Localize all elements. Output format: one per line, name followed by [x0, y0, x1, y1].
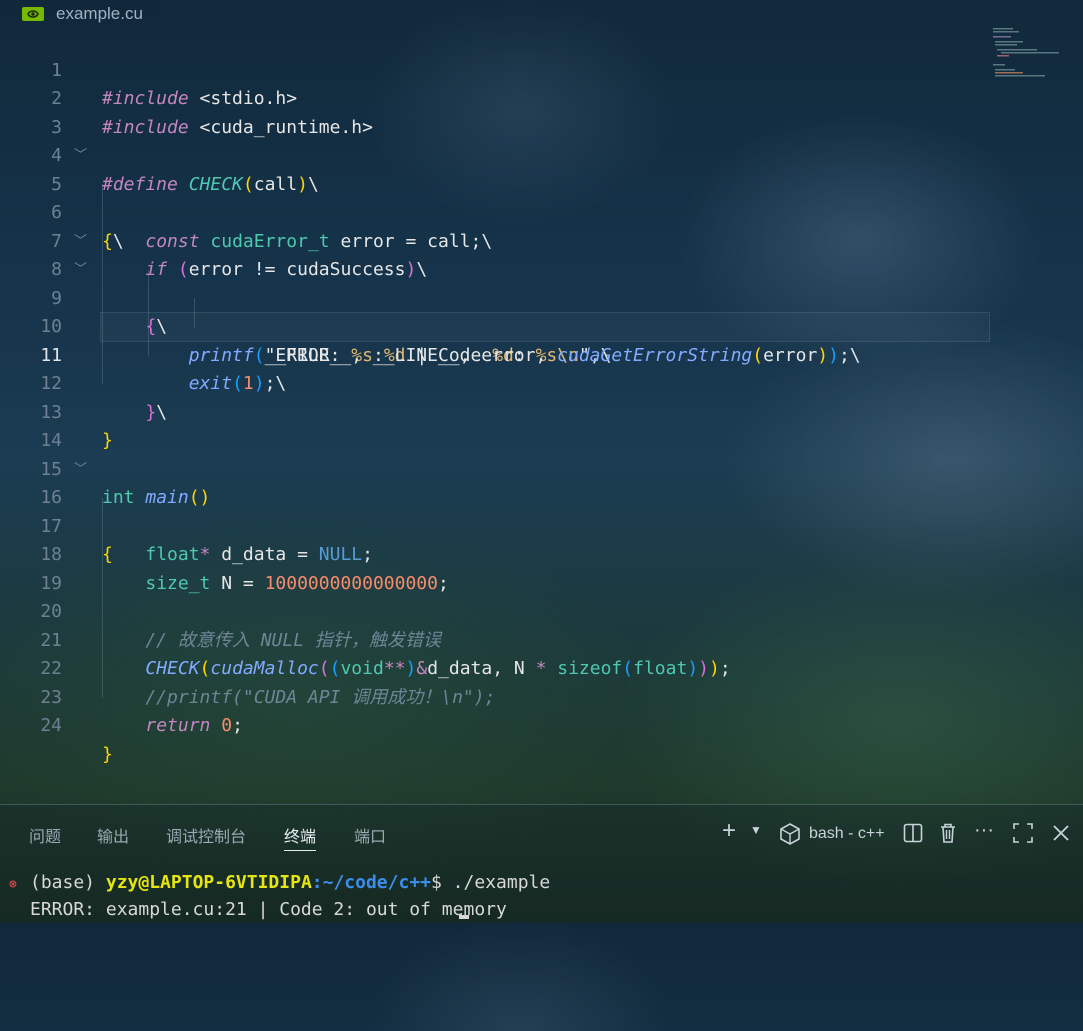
terminal-name[interactable]: bash - c++: [809, 825, 885, 843]
code-line[interactable]: 12 }\: [0, 342, 990, 423]
code-line[interactable]: 20 // 故意传入 NULL 指针，触发错误: [0, 570, 990, 651]
new-terminal-plus-icon[interactable]: +: [722, 817, 736, 845]
code-line[interactable]: 15 int main(): [0, 427, 990, 509]
editor-tab-bar: example.cu: [0, 0, 1083, 27]
bottom-panel: 问题 输出 调试控制台 终端 端口 + ▼ bash - c++ ··· ⊗ (…: [0, 804, 1083, 923]
code-line[interactable]: 13 }: [0, 370, 990, 452]
fold-chevron-icon[interactable]: ﹀: [74, 456, 90, 485]
code-text: }: [102, 743, 113, 765]
code-line[interactable]: 19: [0, 541, 990, 594]
split-terminal-icon[interactable]: [903, 823, 923, 843]
nvidia-icon: [22, 6, 44, 21]
code-line[interactable]: 14: [0, 399, 990, 451]
code-line[interactable]: 22 //printf("CUDA API 调用成功！\n");: [0, 627, 990, 708]
code-line[interactable]: 5 ﹀ {\: [0, 142, 990, 252]
code-line[interactable]: 18 size_t N = 1000000000000000;: [0, 513, 990, 594]
fold-chevron-icon[interactable]: ﹀: [74, 228, 90, 257]
tab-problems[interactable]: 问题: [29, 823, 61, 847]
code-line[interactable]: 2 #include <cuda_runtime.h>: [0, 57, 990, 138]
trash-icon[interactable]: [938, 822, 958, 844]
code-line[interactable]: 9 ﹀ printf("ERROR: %s:%d | Code %d: %s\n…: [0, 256, 990, 366]
code-line[interactable]: 11 exit(1);\: [0, 313, 990, 395]
tab-terminal[interactable]: 终端: [284, 823, 317, 851]
code-line[interactable]: 1 #include <stdio.h>: [0, 28, 990, 110]
code-line[interactable]: 16 ﹀ {: [0, 456, 990, 566]
editor-tab[interactable]: example.cu: [0, 0, 160, 27]
maximize-panel-icon[interactable]: [1013, 823, 1033, 843]
code-line[interactable]: 4 #define CHECK(call)\: [0, 114, 990, 195]
code-editor[interactable]: 1 #include <stdio.h> 2 #include <cuda_ru…: [0, 28, 1083, 804]
code-line[interactable]: 7 if (error != cudaSuccess)\: [0, 199, 990, 281]
code-line[interactable]: 24 }: [0, 684, 990, 765]
error-status-icon: ⊗: [9, 877, 17, 892]
tab-ports[interactable]: 端口: [354, 823, 386, 847]
terminal-prompt-line: (base) yzy@LAPTOP-6VTIDIPA:~/code/c++$ .…: [30, 872, 551, 893]
fold-chevron-icon[interactable]: ﹀: [74, 256, 90, 285]
chevron-down-icon[interactable]: ▼: [750, 823, 762, 837]
code-line[interactable]: 21 CHECK(cudaMalloc((void**)&d_data, N *…: [0, 598, 990, 680]
terminal-output-line: ERROR: example.cu:21 | Code 2: out of me…: [30, 899, 507, 920]
fold-chevron-icon[interactable]: ﹀: [74, 142, 90, 171]
code-line[interactable]: 17 float* d_data = NULL;: [0, 484, 990, 566]
terminal-cursor: [459, 915, 469, 919]
code-line[interactable]: 10 __FILE__, __LINE__, error, cudaGetErr…: [0, 285, 990, 366]
code-line[interactable]: 8 ﹀ {\: [0, 228, 990, 338]
code-line[interactable]: 3: [0, 85, 990, 138]
close-panel-icon[interactable]: [1052, 824, 1070, 842]
code-line[interactable]: 23 return 0;: [0, 655, 990, 737]
more-actions-icon[interactable]: ···: [974, 819, 994, 842]
line-number: 24: [40, 715, 62, 736]
tab-debug-console[interactable]: 调试控制台: [166, 823, 246, 847]
terminal-output[interactable]: ⊗ (base) yzy@LAPTOP-6VTIDIPA:~/code/c++$…: [0, 869, 1083, 1031]
tab-output[interactable]: 输出: [97, 823, 129, 847]
terminal-cube-icon: [780, 823, 800, 845]
code-line[interactable]: 6 const cudaError_t error = call;\: [0, 171, 990, 252]
tab-filename: example.cu: [56, 3, 143, 23]
code-text: return 0;: [145, 715, 243, 736]
minimap[interactable]: [993, 28, 1073, 78]
